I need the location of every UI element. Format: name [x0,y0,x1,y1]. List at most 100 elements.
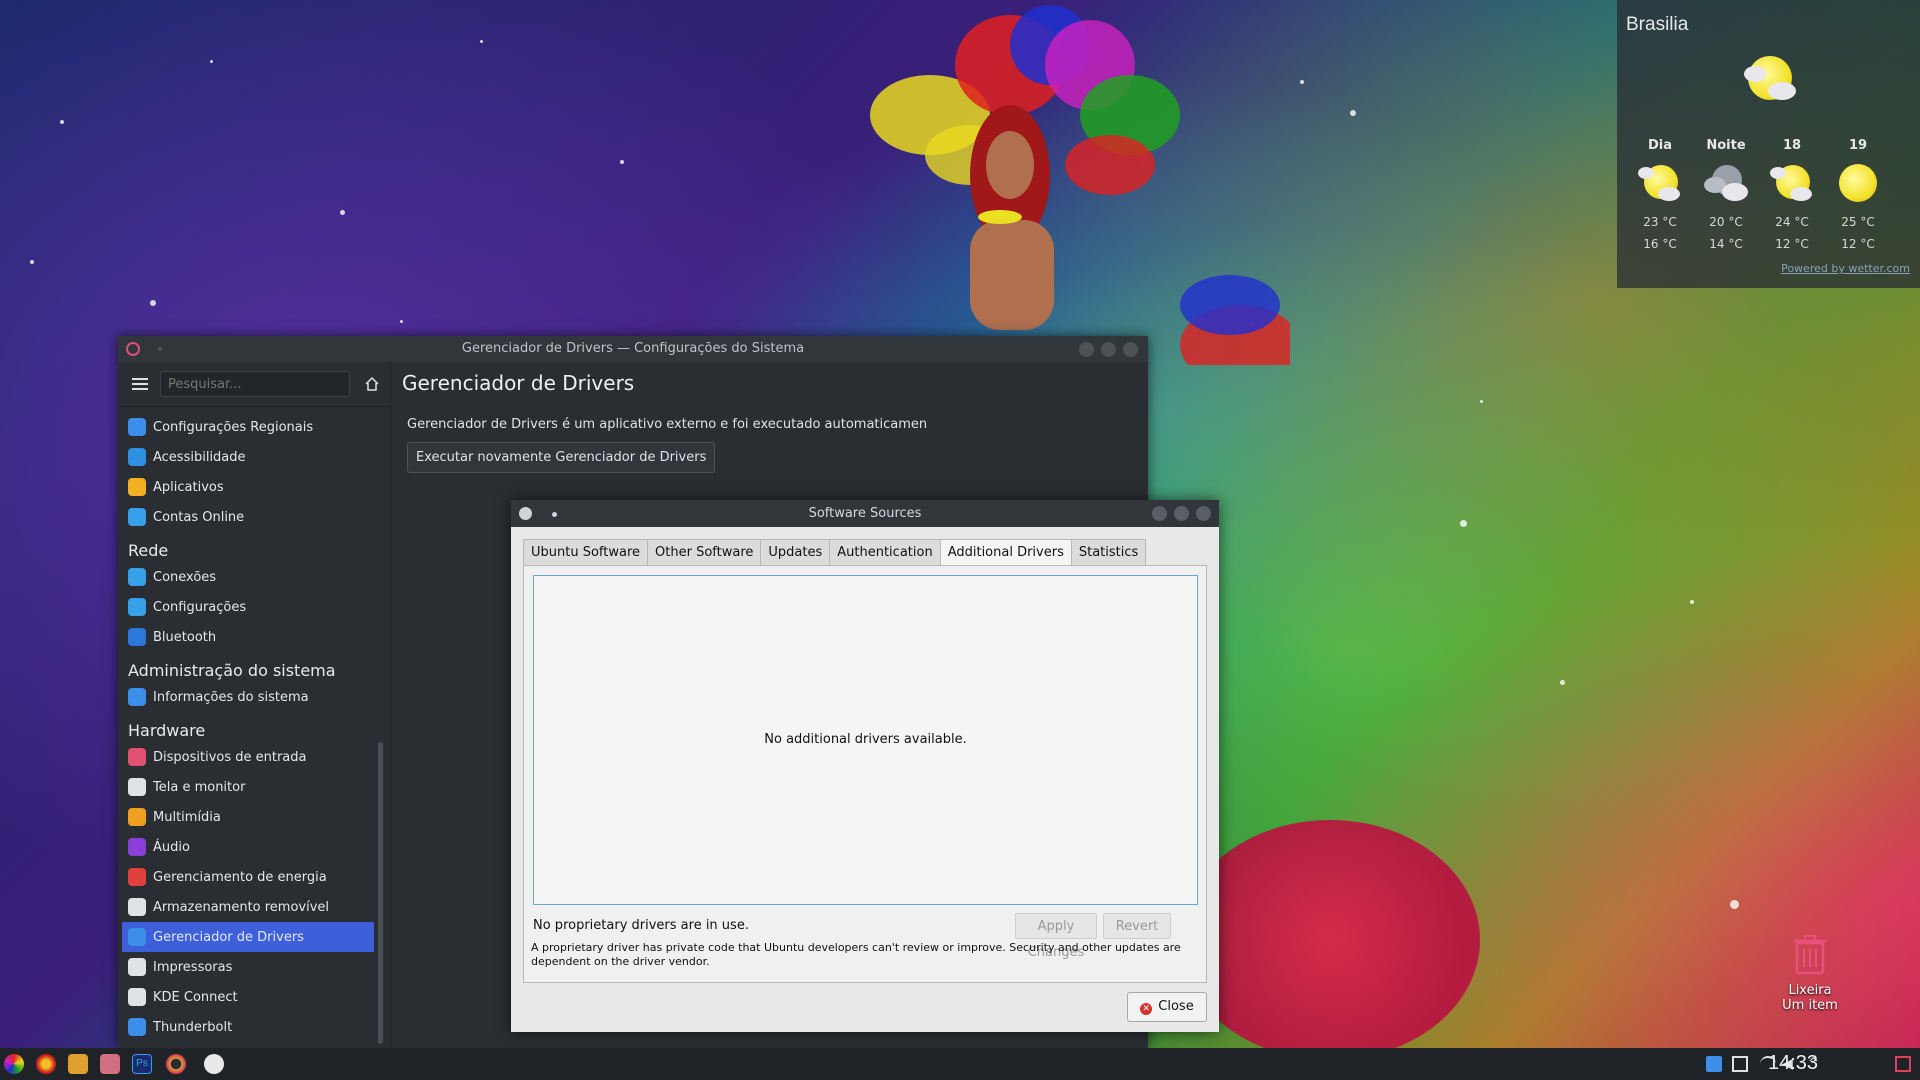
sidebar-item-gerenciamento-de-energia[interactable]: Gerenciamento de energia [118,862,374,892]
sidebar-scrollbar[interactable] [378,742,383,1044]
tray-storage-icon[interactable] [1706,1056,1722,1072]
tab-additional-drivers[interactable]: Additional Drivers [939,539,1072,568]
rerun-driver-manager-button[interactable]: Executar novamente Gerenciador de Driver… [407,442,716,473]
sidebar-item-icon [128,478,146,496]
close-window-button[interactable] [1196,506,1211,521]
sidebar-item-icon [128,808,146,826]
forecast-low: 12 °C [1775,237,1809,251]
sidebar-item-acessibilidade[interactable]: Acessibilidade [118,442,374,472]
apply-changes-button[interactable]: Apply Changes [1015,913,1097,960]
sidebar-section-header: Rede [128,541,169,560]
taskbar-clock[interactable]: 14:33 [1768,1052,1818,1075]
revert-button[interactable]: Revert [1103,913,1171,939]
sources-tabs: Ubuntu Software Other Software Updates A… [523,539,1147,568]
search-input[interactable] [160,371,350,397]
sidebar-item-icon [128,748,146,766]
show-desktop-icon[interactable] [1895,1056,1911,1072]
sidebar-item-icon [128,598,146,616]
wallpaper-red-disc [1180,820,1480,1060]
software-sources-icon[interactable] [204,1054,224,1074]
sidebar-item-icon [128,838,146,856]
photoshop-icon[interactable]: Ps [132,1054,152,1074]
app-launcher-icon[interactable] [4,1054,24,1074]
close-button[interactable] [1123,342,1138,357]
forecast-low: 16 °C [1643,237,1677,251]
folder-icon[interactable] [68,1054,88,1074]
sidebar-item-icon [128,628,146,646]
forecast-high: 24 °C [1775,215,1809,229]
sidebar-item-label: Multimídia [153,809,221,825]
tab-statistics[interactable]: Statistics [1070,539,1147,567]
sidebar-item-label: Áudio [153,839,190,855]
sidebar-item-label: Armazenamento removível [153,899,330,915]
weather-forecast-night: Noite 20 °C 14 °C [1693,138,1759,255]
sidebar-item-icon [128,448,146,466]
forecast-label: Dia [1647,138,1673,153]
sources-titlebar[interactable]: Software Sources [511,500,1219,527]
sidebar-item-configuracoes-regionais[interactable]: Configurações Regionais [118,412,374,442]
tab-other-software[interactable]: Other Software [647,539,762,567]
sidebar-item-icon [128,988,146,1006]
trash-desktop-icon[interactable]: Lixeira Um item [1770,935,1850,1013]
sidebar-item-contas-online[interactable]: Contas Online [118,502,374,532]
sidebar-item-armazenamento-removivel[interactable]: Armazenamento removível [118,892,374,922]
tray-clipboard-icon[interactable] [1732,1056,1748,1072]
forecast-high: 23 °C [1643,215,1677,229]
sun-icon [1836,161,1880,205]
sidebar-item-aplicativos[interactable]: Aplicativos [118,472,374,502]
sidebar-item-label: Impressoras [153,959,233,975]
window-menu-icon[interactable] [519,507,532,520]
tab-ubuntu-software[interactable]: Ubuntu Software [523,539,649,567]
settings-app-icon[interactable] [126,342,140,356]
sidebar-item-label: KDE Connect [153,989,238,1005]
driver-list[interactable]: No additional drivers available. [533,575,1198,905]
forecast-low: 12 °C [1841,237,1875,251]
sidebar-item-tela-e-monitor[interactable]: Tela e monitor [118,772,374,802]
sidebar-item-icon [128,418,146,436]
close-dialog-button[interactable]: ✕ Close [1127,992,1207,1022]
trash-label: Lixeira [1788,983,1832,998]
sidebar-item-kde-connect[interactable]: KDE Connect [118,982,374,1012]
sidebar-list: Configurações Regionais Acessibilidade Apl… [118,412,374,1042]
forecast-high: 20 °C [1709,215,1743,229]
store-icon[interactable] [100,1054,120,1074]
sidebar-item-label: Configurações [153,599,247,615]
sidebar-item-dispositivos-de-entrada[interactable]: Dispositivos de entrada [118,742,374,772]
sidebar-item-impressoras[interactable]: Impressoras [118,952,374,982]
page-description: Gerenciador de Drivers é um aplicativo e… [407,417,928,432]
system-settings-icon[interactable] [166,1054,186,1074]
sidebar-item-thunderbolt[interactable]: Thunderbolt [118,1012,374,1042]
software-sources-window: Software Sources Ubuntu Software Other S… [511,500,1219,1032]
maximize-button[interactable] [1101,342,1116,357]
pin-icon[interactable] [552,512,557,517]
sidebar-item-bluetooth[interactable]: Bluetooth [118,622,374,652]
weather-widget: Brasilia Dia 23 °C 16 °C Noite 20 °C 14 … [1617,0,1920,288]
close-icon: ✕ [1140,1003,1153,1015]
proprietary-driver-note: A proprietary driver has private code th… [531,941,1181,968]
partly-cloudy-day-icon [1638,161,1682,205]
weather-forecast-18: 18 24 °C 12 °C [1759,138,1825,255]
weather-powered-link[interactable]: Powered by wetter.com [1781,262,1910,275]
sidebar-item-multimidia[interactable]: Multimídia [118,802,374,832]
minimize-button[interactable] [1152,506,1167,521]
tab-authentication[interactable]: Authentication [829,539,941,567]
pin-icon[interactable] [158,347,162,351]
tab-updates[interactable]: Updates [760,539,831,567]
sidebar-item-icon [128,868,146,886]
driver-status-row: No proprietary drivers are in use. Apply… [533,913,1198,960]
sidebar-item-audio[interactable]: Áudio [118,832,374,862]
sidebar-item-icon [128,928,146,946]
sidebar-item-gerenciador-de-drivers[interactable]: Gerenciador de Drivers [122,922,374,952]
weather-forecast-19: 19 25 °C 12 °C [1825,138,1891,255]
sidebar-item-configuracoes[interactable]: Configurações [118,592,374,622]
sidebar-item-conexoes[interactable]: Conexões [118,562,374,592]
sidebar-item-label: Tela e monitor [153,779,246,795]
hamburger-menu-icon[interactable] [132,378,148,390]
settings-titlebar[interactable]: Gerenciador de Drivers — Configurações d… [118,336,1148,362]
browser-icon[interactable] [36,1054,56,1074]
sources-window-title: Software Sources [808,506,922,521]
minimize-button[interactable] [1079,342,1094,357]
maximize-button[interactable] [1174,506,1189,521]
sidebar-item-informacoes-do-sistema[interactable]: Informações do sistema [118,682,374,712]
home-icon[interactable] [364,376,380,392]
